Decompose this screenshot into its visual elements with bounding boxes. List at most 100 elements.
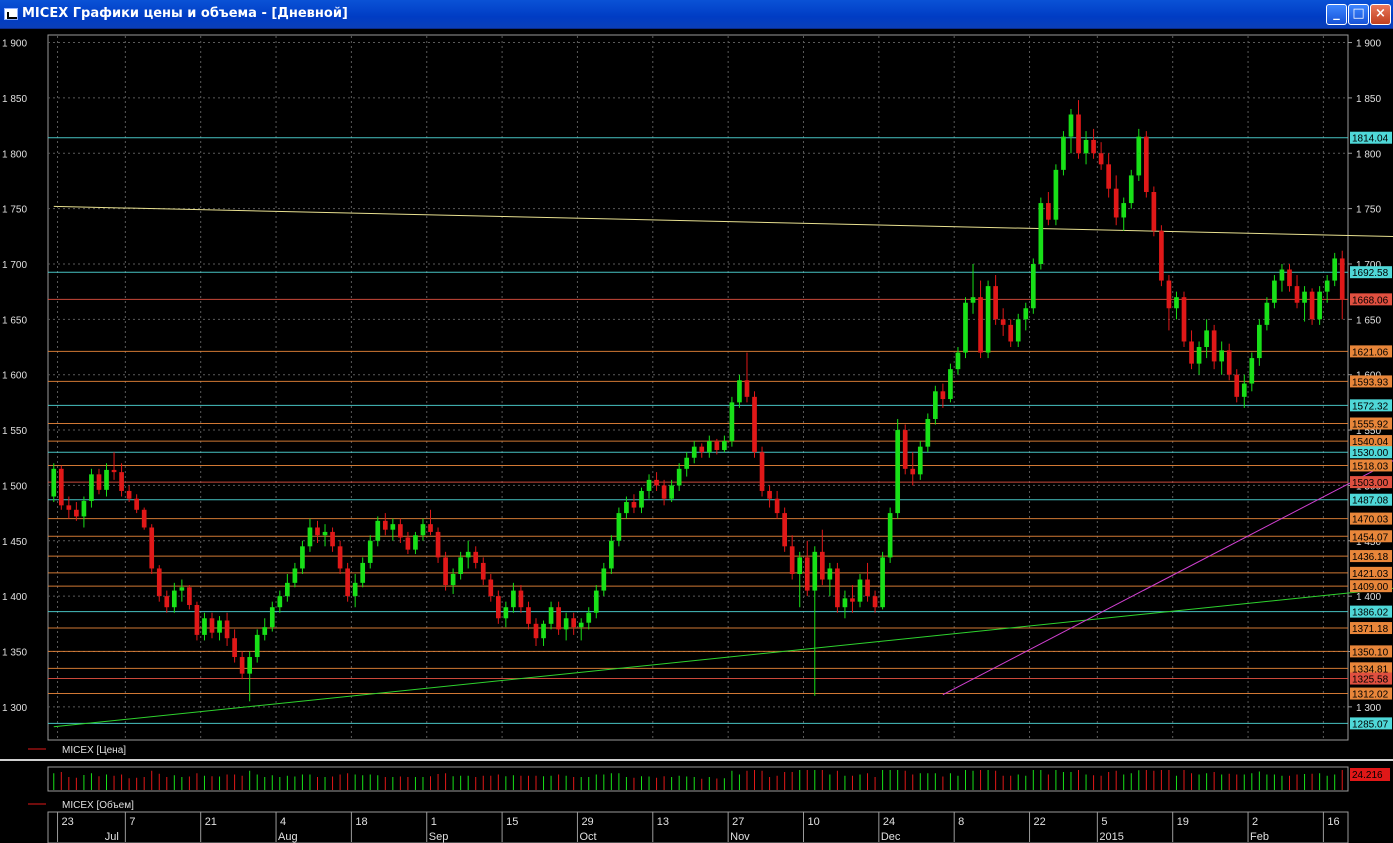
month-label: Oct [579, 831, 596, 843]
candle-body [1234, 374, 1240, 397]
candle-body [1287, 269, 1292, 287]
candle-body [224, 620, 230, 639]
close-button[interactable]: × [1370, 4, 1391, 25]
candle-body [842, 598, 848, 608]
day-label: 19 [1177, 816, 1189, 828]
candle-body [420, 524, 426, 536]
candle-body [1339, 258, 1345, 300]
price-tick-label: 1 300 [1356, 703, 1381, 714]
candle-body [1121, 203, 1127, 218]
candle-body [752, 396, 757, 453]
candle-body [352, 582, 358, 597]
candle-body [450, 573, 456, 586]
candle-body [782, 513, 787, 547]
candle-body [978, 297, 983, 353]
price-tick-label: 1 650 [1356, 315, 1381, 326]
volume-panel[interactable] [47, 766, 1349, 792]
candle-body [285, 582, 290, 597]
candle-body [1076, 114, 1081, 154]
candle-body [609, 540, 614, 569]
candle-body [398, 524, 403, 538]
candle-body [556, 607, 561, 630]
day-label: 7 [129, 816, 135, 828]
month-label: Sep [429, 831, 449, 843]
chart-area[interactable]: 1 900 1 850 1 800 1 750 1 700 1 650 1 600 1 550… [0, 29, 1393, 843]
candle-body [850, 598, 855, 602]
day-label: 21 [205, 816, 217, 828]
price-tick-label: 1 750 [1356, 205, 1381, 216]
level-label: 1285.07 [1352, 719, 1389, 730]
level-label: 1421.03 [1352, 569, 1389, 580]
candle-body [126, 490, 132, 499]
day-label: 29 [581, 816, 593, 828]
maximize-button[interactable]: □ [1348, 4, 1369, 25]
candle-body [1249, 358, 1255, 384]
price-panel[interactable] [47, 34, 1349, 741]
level-label: 1668.06 [1352, 295, 1389, 306]
day-label: 22 [1034, 816, 1046, 828]
level-label: 1518.03 [1352, 461, 1389, 472]
month-label: Aug [278, 831, 298, 843]
title-bar: MICEX Графики цены и объема - [Дневной] … [0, 0, 1393, 29]
level-label: 1555.92 [1352, 420, 1389, 431]
price-tick-label: 1 400 [2, 592, 27, 603]
candle-body [435, 531, 441, 558]
candle-body [910, 468, 916, 475]
candle-body [300, 546, 305, 569]
day-label: 16 [1327, 816, 1339, 828]
candle-body [292, 568, 298, 583]
candle-body [1015, 319, 1021, 342]
candle-body [1106, 164, 1111, 189]
time-axis[interactable] [47, 811, 1349, 843]
price-tick-label: 1 750 [2, 205, 27, 216]
candle-body [1174, 297, 1179, 309]
month-label: 2015 [1099, 831, 1123, 843]
level-label: 1487.08 [1352, 496, 1389, 507]
candle-body [865, 579, 870, 597]
price-tick-label: 1 650 [2, 315, 27, 326]
candle-body [345, 568, 350, 597]
candle-body [405, 537, 411, 550]
level-label: 1350.10 [1352, 647, 1389, 658]
candle-body [1098, 153, 1104, 165]
volume-legend-label: MICEX [Объем] [62, 799, 134, 811]
candle-body [729, 402, 735, 442]
candle-body [857, 579, 863, 602]
candle-body [1053, 169, 1059, 220]
candle-body [759, 452, 765, 491]
candle-body [578, 622, 584, 628]
candle-body [616, 513, 622, 541]
candle-body [624, 502, 629, 514]
candle-body [239, 657, 245, 674]
candle-body [156, 568, 162, 597]
price-tick-label: 1 400 [1356, 592, 1381, 603]
day-label: 18 [355, 816, 367, 828]
candle-body [933, 391, 938, 419]
candle-body [89, 474, 94, 501]
level-label: 1409.00 [1352, 582, 1389, 593]
day-label: 15 [506, 816, 518, 828]
candle-body [337, 546, 343, 569]
candle-body [1008, 324, 1014, 342]
candle-body [767, 490, 772, 499]
candle-body [744, 380, 750, 397]
candle-body [1241, 383, 1247, 397]
candle-body [194, 604, 200, 635]
candle-body [872, 596, 878, 608]
candle-body [571, 618, 577, 628]
candle-body [917, 446, 923, 475]
candle-body [66, 505, 72, 510]
candle-body [661, 485, 667, 499]
minimize-button[interactable]: _ [1326, 4, 1347, 25]
candle-body [654, 479, 659, 486]
candle-body [1038, 203, 1044, 264]
candle-body [443, 557, 448, 586]
candle-body [1257, 324, 1262, 359]
candle-body [1000, 319, 1006, 325]
candle-body [1211, 330, 1217, 362]
candle-body [586, 612, 592, 623]
day-label: 27 [732, 816, 744, 828]
candle-body [1128, 175, 1134, 204]
candle-body [480, 562, 486, 580]
day-label: 1 [431, 816, 437, 828]
